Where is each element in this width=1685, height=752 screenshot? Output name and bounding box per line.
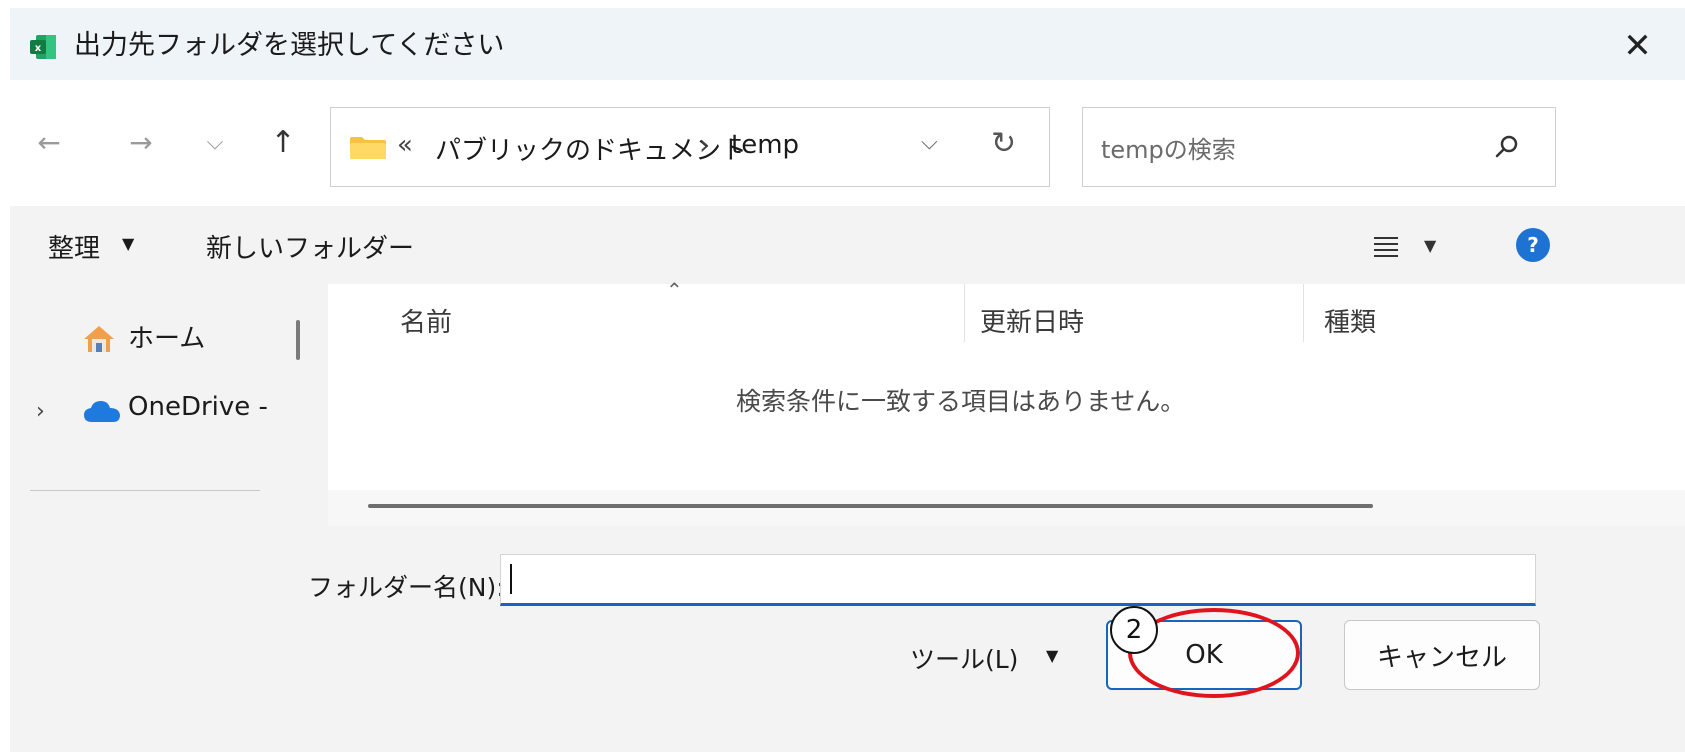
sidebar-scrollbar[interactable] bbox=[296, 320, 300, 360]
organize-button[interactable]: 整理 bbox=[48, 228, 100, 265]
new-folder-button[interactable]: 新しいフォルダー bbox=[206, 228, 414, 265]
column-divider[interactable] bbox=[964, 284, 965, 342]
close-button[interactable]: ✕ bbox=[1600, 16, 1675, 76]
column-divider[interactable] bbox=[1303, 284, 1304, 342]
search-placeholder: tempの検索 bbox=[1101, 136, 1236, 164]
chevron-down-icon: ⌵ bbox=[206, 129, 224, 155]
sidebar-divider bbox=[30, 490, 260, 491]
title-bar: x 出力先フォルダを選択してください ✕ bbox=[10, 8, 1685, 80]
step-number-badge: 2 bbox=[1110, 606, 1158, 654]
recent-locations-button[interactable]: ⌵ bbox=[190, 114, 240, 170]
svg-text:x: x bbox=[35, 43, 42, 54]
tools-dropdown-icon[interactable]: ▼ bbox=[1046, 646, 1058, 665]
arrow-right-icon: → bbox=[129, 125, 153, 159]
back-button[interactable]: ← bbox=[24, 114, 74, 170]
command-bar: 整理 ▼ 新しいフォルダー ▼ ? bbox=[10, 206, 1685, 284]
search-box[interactable]: tempの検索 bbox=[1082, 107, 1556, 187]
address-dropdown-icon[interactable]: ⌵ bbox=[921, 130, 938, 155]
horizontal-scrollbar[interactable] bbox=[328, 490, 1685, 526]
home-icon bbox=[84, 326, 114, 352]
folder-name-label: フォルダー名(N): bbox=[308, 573, 505, 602]
sidebar-item-onedrive[interactable]: OneDrive - bbox=[128, 392, 280, 422]
folder-icon bbox=[350, 137, 386, 159]
organize-dropdown-icon[interactable]: ▼ bbox=[122, 234, 134, 253]
dialog-footer: フォルダー名(N): ツール(L) ▼ OK キャンセル 2 bbox=[10, 526, 1685, 752]
overflow-chevron-icon[interactable]: « bbox=[397, 130, 413, 160]
horizontal-scrollbar-thumb[interactable] bbox=[368, 504, 1373, 508]
cloud-icon bbox=[84, 401, 120, 422]
forward-button[interactable]: → bbox=[116, 114, 166, 170]
close-icon: ✕ bbox=[1623, 26, 1652, 66]
search-icon[interactable] bbox=[1493, 133, 1521, 161]
view-dropdown-icon[interactable]: ▼ bbox=[1424, 236, 1436, 255]
dialog-title: 出力先フォルダを選択してください bbox=[74, 30, 505, 61]
address-bar[interactable]: « パブリックのドキュメント › temp ⌵ ↻ bbox=[330, 107, 1050, 187]
folder-picker-dialog: x 出力先フォルダを選択してください ✕ ← → ⌵ ↑ « パブリックのドキュ… bbox=[10, 8, 1685, 752]
text-cursor bbox=[510, 564, 512, 594]
column-header-type[interactable]: 種類 bbox=[1324, 302, 1376, 339]
navigation-pane: ホーム › OneDrive - bbox=[10, 284, 320, 526]
sort-ascending-icon: ⌃ bbox=[666, 278, 683, 302]
arrow-up-icon: ↑ bbox=[270, 124, 296, 160]
file-list: ⌃ 名前 更新日時 種類 検索条件に一致する項目はありません。 bbox=[328, 278, 1685, 526]
sidebar-item-home[interactable]: ホーム bbox=[128, 318, 205, 355]
column-header-name[interactable]: 名前 bbox=[400, 302, 452, 339]
list-view-icon[interactable] bbox=[1372, 234, 1400, 258]
cancel-button[interactable]: キャンセル bbox=[1344, 620, 1540, 690]
breadcrumb-separator-icon[interactable]: › bbox=[699, 128, 710, 161]
help-icon[interactable]: ? bbox=[1516, 228, 1550, 262]
expand-chevron-icon[interactable]: › bbox=[36, 399, 45, 424]
tools-button[interactable]: ツール(L) bbox=[910, 640, 1018, 676]
navigation-bar: ← → ⌵ ↑ « パブリックのドキュメント › temp ⌵ ↻ tempの検… bbox=[10, 80, 1685, 206]
up-button[interactable]: ↑ bbox=[258, 114, 308, 170]
arrow-left-icon: ← bbox=[37, 125, 61, 159]
column-header-modified[interactable]: 更新日時 bbox=[980, 302, 1084, 339]
refresh-icon[interactable]: ↻ bbox=[991, 126, 1016, 161]
folder-name-input[interactable] bbox=[500, 554, 1536, 606]
empty-folder-message: 検索条件に一致する項目はありません。 bbox=[736, 387, 1186, 416]
breadcrumb-temp[interactable]: temp bbox=[731, 130, 799, 160]
excel-icon: x bbox=[30, 35, 56, 59]
